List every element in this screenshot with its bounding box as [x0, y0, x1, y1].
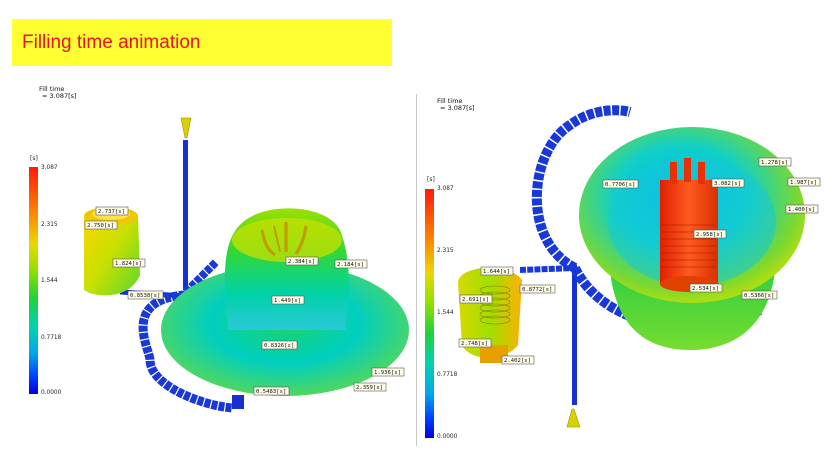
fill-time-label: 2.384[s]: [285, 256, 319, 266]
svg-text:2.750[s]: 2.750[s]: [87, 223, 114, 229]
sprue-cone-left: [180, 117, 192, 139]
svg-text:0.7706[s]: 0.7706[s]: [605, 182, 635, 188]
svg-text:0.8772[s]: 0.8772[s]: [522, 287, 552, 293]
svg-text:2.384[s]: 2.384[s]: [288, 259, 315, 265]
svg-text:0.8538[s]: 0.8538[s]: [130, 293, 160, 299]
svg-text:0.5366[s]: 0.5366[s]: [744, 293, 774, 299]
fill-time-label: 2.748[s]: [458, 338, 492, 348]
fill-time-label: 1.278[s]: [758, 157, 792, 167]
sprue-cone-right: [566, 408, 581, 428]
sprue-right: [572, 265, 577, 405]
fill-time-label: 1.824[s]: [112, 258, 146, 268]
svg-text:1.644[s]: 1.644[s]: [483, 269, 510, 275]
svg-text:2.359[s]: 2.359[s]: [356, 385, 383, 391]
svg-text:1.824[s]: 1.824[s]: [115, 261, 142, 267]
fill-time-label: 1.987[s]: [787, 177, 821, 187]
svg-text:2.534[s]: 2.534[s]: [692, 286, 719, 292]
svg-text:1.278[s]: 1.278[s]: [761, 160, 788, 166]
svg-text:2.184[s]: 2.184[s]: [337, 262, 364, 268]
simulation-render: 2.737[s] 2.750[s] 1.824[s] 0.8538[s] 2.3…: [84, 105, 821, 428]
fill-time-label: 2.359[s]: [353, 382, 387, 392]
fill-time-label: 1.400[s]: [785, 204, 819, 214]
svg-text:2.691[s]: 2.691[s]: [462, 297, 489, 303]
fill-time-label: 3.082[s]: [711, 178, 745, 188]
svg-text:2.958[s]: 2.958[s]: [696, 232, 723, 238]
sprue-left: [183, 140, 188, 290]
fill-time-label: 0.5366[s]: [741, 290, 778, 300]
fill-time-label: 2.534[s]: [689, 283, 723, 293]
svg-text:0.5483[s]: 0.5483[s]: [256, 389, 286, 395]
fill-time-label: 0.7706[s]: [602, 179, 639, 189]
fill-time-label: 2.737[s]: [95, 206, 129, 216]
fill-time-label: 0.8326[s]: [261, 340, 298, 350]
svg-text:1.400[s]: 1.400[s]: [788, 207, 815, 213]
svg-text:2.748[s]: 2.748[s]: [461, 341, 488, 347]
fill-time-label: 1.449[s]: [271, 295, 305, 305]
fill-time-label: 1.644[s]: [480, 266, 514, 276]
fill-time-label: 2.402[s]: [501, 355, 535, 365]
fill-time-label: 1.936[s]: [371, 367, 405, 377]
svg-text:1.987[s]: 1.987[s]: [790, 180, 817, 186]
fill-time-label: 0.8772[s]: [519, 284, 556, 294]
svg-text:3.082[s]: 3.082[s]: [714, 181, 741, 187]
fill-time-label: 0.8538[s]: [127, 290, 164, 300]
svg-text:0.8326[s]: 0.8326[s]: [264, 343, 294, 349]
svg-text:1.449[s]: 1.449[s]: [274, 298, 301, 304]
svg-text:2.402[s]: 2.402[s]: [504, 358, 531, 364]
svg-text:1.936[s]: 1.936[s]: [374, 370, 401, 376]
fill-time-label: 0.5483[s]: [253, 386, 290, 396]
fill-time-label: 2.691[s]: [459, 294, 493, 304]
svg-text:2.737[s]: 2.737[s]: [98, 209, 125, 215]
fill-time-label: 2.958[s]: [693, 229, 727, 239]
fill-time-label: 2.750[s]: [84, 220, 118, 230]
fill-time-label: 2.184[s]: [334, 259, 368, 269]
